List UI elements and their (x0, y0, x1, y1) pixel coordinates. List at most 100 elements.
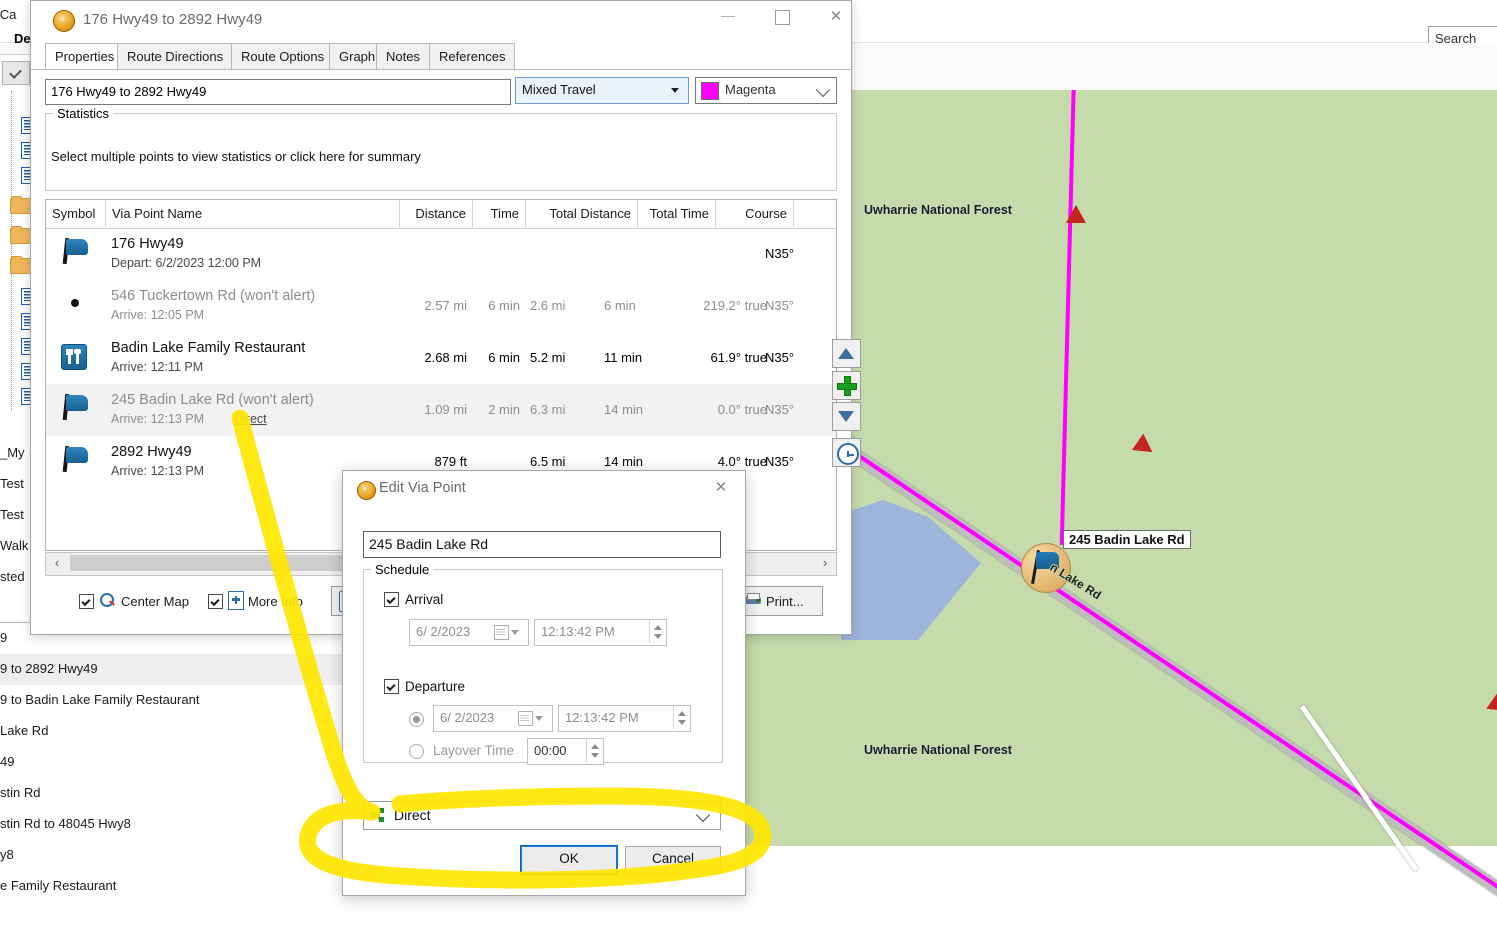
calendar-icon[interactable] (494, 625, 509, 640)
add-button[interactable] (832, 371, 861, 400)
column-header-name[interactable]: Via Point Name (106, 200, 400, 227)
column-header-distance[interactable]: Distance (400, 200, 473, 227)
window-titlebar[interactable]: 176 Hwy49 to 2892 Hwy49 ✕ (31, 1, 851, 41)
table-row[interactable]: Badin Lake Family Restaurant Arrive: 12:… (46, 332, 836, 384)
tab-route-options[interactable]: Route Options (231, 43, 335, 69)
flag-icon (60, 393, 90, 421)
table-row[interactable]: 546 Tuckertown Rd (won't alert) Arrive: … (46, 280, 836, 332)
map-label-forest: Uwharrie National Forest (864, 203, 1012, 217)
chevron-down-icon[interactable] (535, 716, 543, 721)
maximize-button[interactable] (759, 1, 805, 33)
layover-spinner[interactable] (586, 739, 603, 762)
schedule-button[interactable] (832, 438, 861, 467)
tree-folder-icon[interactable] (10, 196, 32, 214)
tab-references[interactable]: References (429, 43, 516, 69)
scroll-left-icon[interactable]: ‹ (46, 553, 68, 573)
background-route-list[interactable]: 9 9 to 2892 Hwy49 9 to Badin Lake Family… (0, 622, 344, 938)
print-button[interactable]: Print... (735, 586, 823, 616)
list-item[interactable]: 9 to Badin Lake Family Restaurant (0, 685, 344, 716)
background-menu-label: seCa (0, 7, 17, 22)
tree-folder-icon[interactable] (10, 256, 32, 274)
more-info-label[interactable]: More Info (248, 594, 303, 609)
ok-button[interactable]: OK (520, 845, 618, 875)
tree-folder-icon[interactable] (10, 226, 32, 244)
tab-properties[interactable]: Properties (45, 43, 125, 69)
via-point-name: 176 Hwy49 (111, 236, 184, 252)
cancel-button[interactable]: Cancel (625, 846, 721, 874)
scroll-right-icon[interactable]: › (814, 553, 836, 573)
column-header-total-distance[interactable]: Total Distance (526, 200, 638, 227)
via-point-name: 2892 Hwy49 (111, 444, 192, 460)
tab-notes[interactable]: Notes (376, 43, 430, 69)
move-up-button[interactable] (832, 339, 861, 368)
move-down-button[interactable] (832, 402, 861, 431)
center-map-checkbox[interactable] (79, 594, 94, 609)
list-item[interactable]: 9 to 2892 Hwy49 (0, 654, 344, 685)
print-label: Print... (766, 594, 804, 609)
minimize-button[interactable] (705, 1, 751, 33)
travel-mode-select[interactable]: Mixed Travel (515, 77, 689, 104)
layover-radio[interactable] (409, 744, 424, 759)
column-header-course[interactable]: Course (716, 200, 794, 227)
list-item[interactable]: stin Rd (0, 778, 344, 809)
tree-guide-line (11, 91, 12, 411)
page-plus-icon (228, 591, 244, 610)
list-item[interactable]: y8 (0, 840, 344, 871)
more-info-checkbox[interactable] (208, 594, 223, 609)
departure-datetime-radio[interactable] (409, 712, 424, 727)
chevron-down-icon[interactable] (511, 630, 519, 635)
via-point-time: 6 min (488, 350, 520, 365)
table-row[interactable]: 176 Hwy49 Depart: 6/2/2023 12:00 PM N35° (46, 228, 836, 280)
via-point-sub: Depart: 6/2/2023 12:00 PM (111, 256, 262, 270)
route-color-value: Magenta (725, 82, 776, 97)
arrival-time-spinner[interactable] (649, 620, 666, 643)
tab-route-directions[interactable]: Route Directions (117, 43, 234, 69)
arrival-checkbox[interactable] (384, 592, 399, 607)
list-item-label: 9 (0, 630, 8, 645)
list-item[interactable]: stin Rd to 48045 Hwy8 (0, 809, 344, 840)
close-icon: ✕ (829, 8, 843, 25)
arrival-time-input[interactable]: 12:13:42 PM (534, 619, 667, 646)
arrival-date-input[interactable]: 6/ 2/2023 (409, 619, 529, 646)
column-header-time[interactable]: Time (473, 200, 526, 227)
departure-time-spinner[interactable] (673, 706, 690, 729)
column-header-extra[interactable] (794, 200, 836, 227)
dot-icon (71, 299, 79, 307)
close-icon: ✕ (714, 479, 728, 496)
table-row[interactable]: 245 Badin Lake Rd (won't alert) Arrive: … (46, 384, 836, 436)
list-item[interactable]: Lake Rd (0, 716, 344, 747)
list-item-label: Lake Rd (0, 723, 49, 738)
via-point-mode-select[interactable]: Direct (363, 801, 721, 830)
departure-time-input[interactable]: 12:13:42 PM (558, 705, 691, 732)
layover-input[interactable]: 00:00 (527, 738, 604, 765)
direct-route-icon (371, 808, 387, 822)
tab-strip[interactable]: Properties Route Directions Route Option… (31, 43, 851, 70)
route-color-select[interactable]: Magenta (695, 77, 837, 104)
dialog-close-button[interactable]: ✕ (701, 473, 741, 503)
column-header-total-time[interactable]: Total Time (638, 200, 716, 227)
departure-time-value: 12:13:42 PM (565, 710, 639, 725)
statistics-summary-link[interactable]: Select multiple points to view statistic… (51, 149, 421, 164)
departure-date-input[interactable]: 6/ 2/2023 (433, 705, 553, 732)
center-map-label[interactable]: Center Map (121, 594, 189, 609)
close-button[interactable]: ✕ (813, 1, 859, 33)
calendar-icon[interactable] (518, 711, 533, 726)
route-name-input[interactable]: 176 Hwy49 to 2892 Hwy49 (45, 79, 511, 105)
via-point-extra: N35° (764, 298, 794, 313)
column-header-symbol[interactable]: Symbol (46, 200, 106, 227)
departure-checkbox[interactable] (384, 679, 399, 694)
edit-via-point-dialog[interactable]: Edit Via Point ✕ 245 Badin Lake Rd Sched… (342, 470, 746, 896)
printer-icon (744, 593, 761, 606)
via-point-time: 6 min (488, 298, 520, 313)
tree-toolbar-button[interactable] (2, 61, 30, 85)
via-point-name-input[interactable]: 245 Badin Lake Rd (363, 531, 721, 558)
departure-label: Departure (405, 679, 466, 694)
via-point-distance: 2.57 mi (424, 298, 467, 313)
list-item[interactable]: e Family Restaurant (0, 871, 344, 902)
list-item[interactable]: 49 (0, 747, 344, 778)
flag-icon (60, 445, 90, 473)
restaurant-icon (61, 344, 87, 370)
via-point-name: 546 Tuckertown Rd (won't alert) (111, 288, 316, 304)
direct-link[interactable]: Direct (234, 412, 267, 426)
list-item-label: 9 to Badin Lake Family Restaurant (0, 692, 200, 707)
